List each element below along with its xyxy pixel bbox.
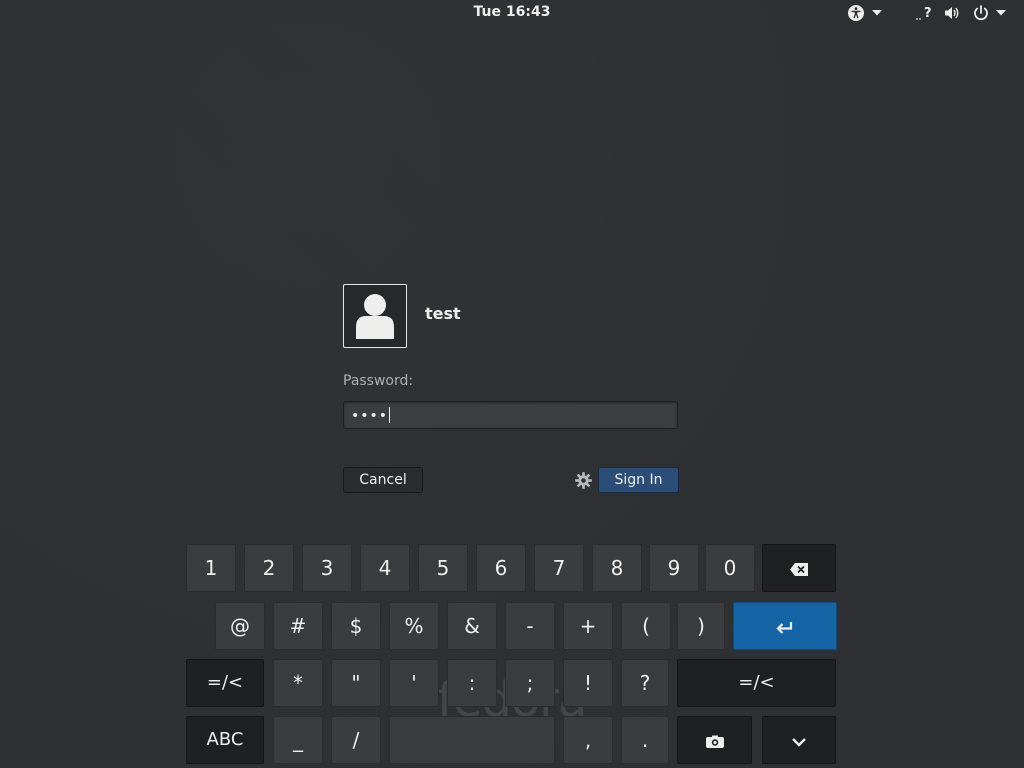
volume-icon <box>943 4 961 22</box>
key-exclamation[interactable]: ! <box>563 659 613 707</box>
username-label: test <box>425 304 461 323</box>
enter-key[interactable] <box>733 602 837 650</box>
key-period[interactable]: . <box>621 716 669 764</box>
key-2[interactable]: 2 <box>244 544 294 592</box>
accessibility-icon <box>847 4 865 22</box>
sign-in-button[interactable]: Sign In <box>598 467 679 493</box>
key-colon[interactable]: : <box>447 659 497 707</box>
user-avatar <box>343 284 407 348</box>
backspace-key[interactable] <box>762 544 836 592</box>
symbols-toggle-key-right[interactable]: =/< <box>677 659 836 707</box>
key-0[interactable]: 0 <box>705 544 755 592</box>
key-open-paren[interactable]: ( <box>621 602 671 650</box>
key-dollar[interactable]: $ <box>331 602 381 650</box>
key-asterisk[interactable]: * <box>273 659 323 707</box>
key-1[interactable]: 1 <box>186 544 236 592</box>
backspace-icon <box>790 556 808 580</box>
key-at[interactable]: @ <box>215 602 265 650</box>
background <box>0 0 1024 768</box>
key-6[interactable]: 6 <box>476 544 526 592</box>
abc-key[interactable]: ABC <box>186 716 264 764</box>
chevron-down-icon <box>872 10 882 16</box>
key-question[interactable]: ? <box>621 659 669 707</box>
hide-keyboard-icon <box>791 728 807 752</box>
enter-icon <box>776 614 794 638</box>
key-3[interactable]: 3 <box>302 544 352 592</box>
key-plus[interactable]: + <box>563 602 613 650</box>
key-7[interactable]: 7 <box>534 544 584 592</box>
key-semicolon[interactable]: ; <box>505 659 555 707</box>
accessibility-menu[interactable] <box>847 4 882 22</box>
key-8[interactable]: 8 <box>592 544 642 592</box>
hide-keyboard-key[interactable] <box>762 716 836 764</box>
key-5[interactable]: 5 <box>418 544 468 592</box>
emoji-icon <box>705 728 725 752</box>
key-9[interactable]: 9 <box>649 544 699 592</box>
key-minus[interactable]: - <box>505 602 555 650</box>
power-icon <box>972 4 990 22</box>
network-unknown-icon: ? <box>915 4 933 22</box>
system-menu[interactable]: ? <box>915 4 1006 22</box>
space-key[interactable] <box>389 716 555 764</box>
chevron-down-icon <box>996 10 1006 16</box>
svg-text:?: ? <box>924 6 932 21</box>
key-close-paren[interactable]: ) <box>677 602 725 650</box>
key-4[interactable]: 4 <box>360 544 410 592</box>
password-value: •••• <box>351 408 389 424</box>
key-underscore[interactable]: _ <box>273 716 323 764</box>
gear-icon[interactable] <box>574 471 593 490</box>
top-bar: Tue 16:43 ? <box>0 0 1024 26</box>
key-percent[interactable]: % <box>389 602 439 650</box>
emoji-key[interactable] <box>677 716 752 764</box>
password-field[interactable]: •••• <box>343 401 678 429</box>
key-comma[interactable]: , <box>563 716 613 764</box>
text-cursor <box>389 407 391 423</box>
key-single-quote[interactable]: ' <box>389 659 439 707</box>
key-slash[interactable]: / <box>331 716 381 764</box>
password-label: Password: <box>343 373 414 389</box>
cancel-button[interactable]: Cancel <box>343 467 423 493</box>
key-ampersand[interactable]: & <box>447 602 497 650</box>
symbols-toggle-key[interactable]: =/< <box>186 659 264 707</box>
key-hash[interactable]: # <box>273 602 323 650</box>
key-double-quote[interactable]: " <box>331 659 381 707</box>
